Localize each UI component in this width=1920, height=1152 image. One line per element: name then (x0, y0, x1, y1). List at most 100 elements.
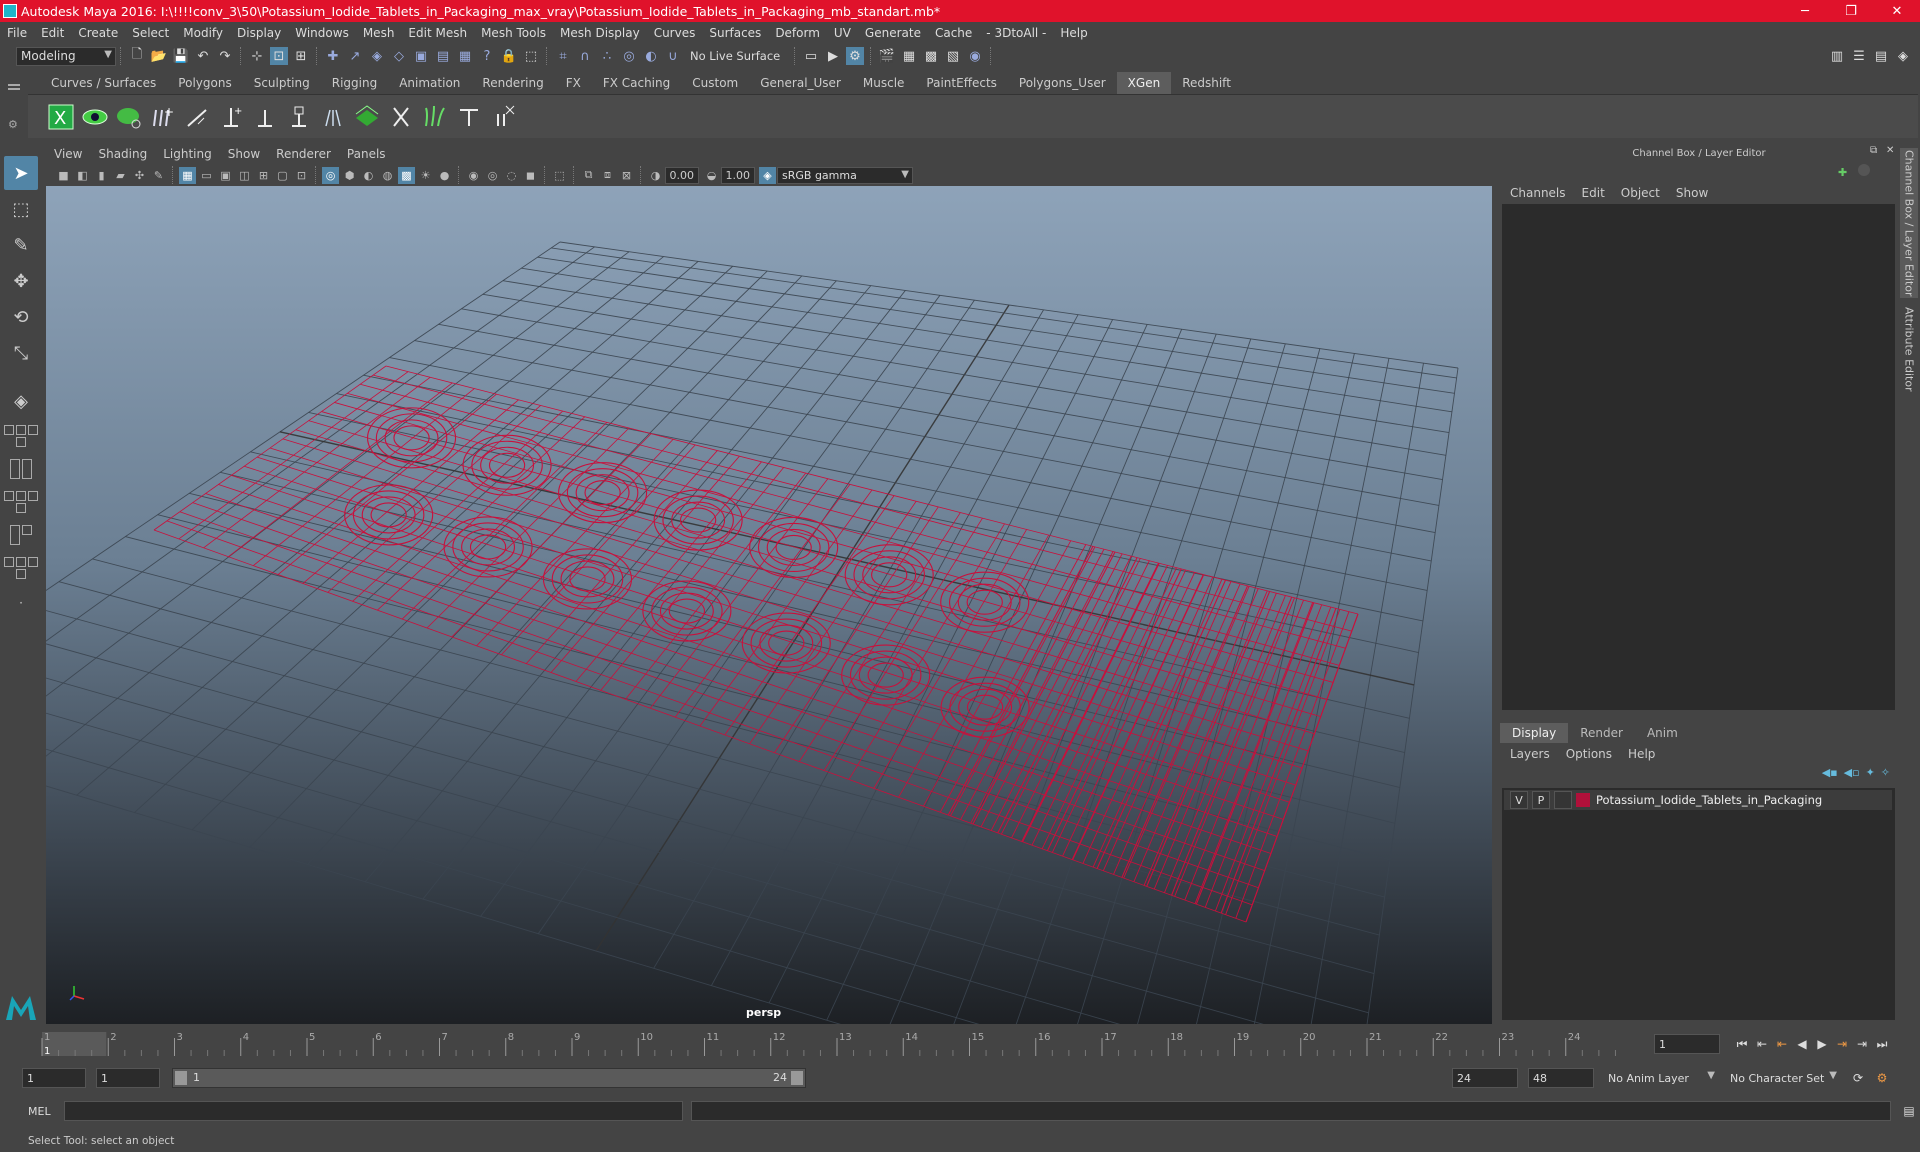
script-editor-icon[interactable]: ▤ (1899, 1101, 1919, 1121)
perspective-viewport[interactable] (46, 186, 1492, 1024)
xray-active-components-icon[interactable]: ⧈ (599, 167, 616, 184)
construction-history-icon[interactable]: ▶ (824, 47, 842, 65)
field-chart-icon[interactable]: ⊞ (255, 167, 272, 184)
minimize-button[interactable]: ─ (1782, 0, 1828, 22)
viewport-menu-shading[interactable]: Shading (90, 147, 155, 161)
xgen-grass-icon[interactable] (420, 102, 450, 132)
layer-color-swatch[interactable] (1576, 793, 1590, 807)
render-mask-icon[interactable]: ▤ (434, 47, 452, 65)
menu-deform[interactable]: Deform (768, 26, 827, 40)
film-gate-icon[interactable]: ▭ (198, 167, 215, 184)
snap-point-icon[interactable]: ∴ (598, 47, 616, 65)
image-plane-icon[interactable]: ▰ (112, 167, 129, 184)
channel-box-toggle-icon[interactable]: ☰ (1850, 47, 1868, 65)
hypershade-icon[interactable]: ◉ (966, 47, 984, 65)
playback-start-field[interactable]: 1 (96, 1068, 160, 1088)
depth-of-field-icon[interactable]: ◌ (503, 167, 520, 184)
resolution-gate-icon[interactable]: ▣ (217, 167, 234, 184)
gamma-icon[interactable]: ◒ (703, 167, 720, 184)
animation-preferences-icon[interactable]: ⚙ (1872, 1068, 1892, 1088)
four-view-layout-icon[interactable] (4, 421, 38, 451)
channel-box-menu-channels[interactable]: Channels (1502, 186, 1574, 200)
ipr-render-icon[interactable]: ▦ (900, 47, 918, 65)
shelf-tab-muscle[interactable]: Muscle (852, 72, 916, 94)
play-forwards-icon[interactable]: ▶ (1812, 1034, 1832, 1054)
menu-cache[interactable]: Cache (928, 26, 979, 40)
menu-3dtoall[interactable]: - 3DtoAll - (979, 26, 1053, 40)
menu-file[interactable]: File (0, 26, 34, 40)
go-to-start-icon[interactable]: ⏮ (1732, 1034, 1752, 1054)
menu-edit-mesh[interactable]: Edit Mesh (401, 26, 474, 40)
shelf-tab-animation[interactable]: Animation (388, 72, 471, 94)
isolate-select-icon[interactable]: ◼ (522, 167, 539, 184)
wireframe-icon[interactable]: ◎ (322, 166, 339, 184)
xgen-cut-guide-icon[interactable] (386, 102, 416, 132)
hypershade-layout-icon[interactable] (4, 553, 38, 583)
channel-box-menu-object[interactable]: Object (1613, 186, 1668, 200)
menu-help[interactable]: Help (1053, 26, 1094, 40)
selection-lock-icon[interactable]: ⬚ (522, 47, 540, 65)
xgen-bake-icon[interactable] (454, 102, 484, 132)
persp-outliner-layout-icon[interactable] (4, 487, 38, 517)
input-output-icon[interactable]: ▭ (802, 47, 820, 65)
xgen-guide-lock-icon[interactable] (284, 102, 314, 132)
multisample-aa-icon[interactable]: ◎ (484, 167, 501, 184)
persp-graph-layout-icon[interactable] (4, 520, 38, 550)
camera-icon[interactable]: ■ (55, 167, 72, 184)
end-time-field[interactable]: 48 (1528, 1068, 1594, 1088)
xray-icon[interactable]: ⬚ (551, 167, 568, 184)
snap-curve-icon[interactable]: ∩ (576, 47, 594, 65)
new-layer-selected-icon[interactable]: ✧ (1881, 766, 1890, 784)
bookmark-icon[interactable]: ▮ (93, 167, 110, 184)
surface-mask-icon[interactable]: ◈ (368, 47, 386, 65)
layer-tab-anim[interactable]: Anim (1635, 723, 1690, 743)
xgen-guide-normals-icon[interactable] (318, 102, 348, 132)
shelf-menu-icon[interactable] (8, 84, 20, 90)
menu-modify[interactable]: Modify (176, 26, 230, 40)
select-object-icon[interactable]: ⊡ (270, 47, 288, 65)
attribute-editor-toggle-icon[interactable]: ▤ (1872, 47, 1890, 65)
gate-mask-icon[interactable]: ◫ (236, 167, 253, 184)
menu-display[interactable]: Display (230, 26, 288, 40)
layer-menu-options[interactable]: Options (1558, 747, 1620, 761)
xgen-preview-eye-icon[interactable] (80, 102, 110, 132)
exposure-field[interactable]: 0.00 (665, 166, 699, 184)
new-scene-icon[interactable]: 🗋 (128, 47, 146, 65)
menu-edit[interactable]: Edit (34, 26, 71, 40)
character-set-dropdown[interactable]: No Character Set ▼ (1726, 1068, 1840, 1088)
shelf-tab-rendering[interactable]: Rendering (471, 72, 554, 94)
start-time-field[interactable]: 1 (22, 1068, 86, 1088)
menu-mesh-tools[interactable]: Mesh Tools (474, 26, 553, 40)
new-layer-icon[interactable]: ✦ (1866, 766, 1875, 784)
side-tab-channel-box[interactable]: Channel Box / Layer Editor (1900, 148, 1918, 298)
xgen-editor-icon[interactable]: X (46, 102, 76, 132)
xgen-sculpt-guide-icon[interactable] (182, 102, 212, 132)
step-back-key-icon[interactable]: ⇤ (1752, 1034, 1772, 1054)
xgen-delete-icon[interactable] (488, 102, 518, 132)
camera-attributes-icon[interactable]: ◧ (74, 167, 91, 184)
shelf-tab-xgen[interactable]: XGen (1116, 72, 1172, 94)
step-back-frame-icon[interactable]: ⇤ (1772, 1034, 1792, 1054)
command-language-label[interactable]: MEL (28, 1105, 62, 1118)
grease-pencil-icon[interactable]: ✎ (150, 167, 167, 184)
move-layer-down-icon[interactable]: ◀▫ (1844, 766, 1860, 784)
dynamics-mask-icon[interactable]: ▣ (412, 47, 430, 65)
layer-tab-render[interactable]: Render (1568, 723, 1635, 743)
range-end-handle[interactable] (791, 1071, 803, 1085)
wireframe-on-shaded-icon[interactable]: ◐ (360, 167, 377, 184)
shadows-icon[interactable]: ☀ (417, 167, 434, 184)
layer-tab-display[interactable]: Display (1500, 723, 1569, 743)
menu-surfaces[interactable]: Surfaces (702, 26, 768, 40)
shelf-tab-custom[interactable]: Custom (681, 72, 749, 94)
shelf-tab-curves-surfaces[interactable]: Curves / Surfaces (40, 72, 167, 94)
textured-icon[interactable]: ◍ (379, 167, 396, 184)
shelf-tab-fx[interactable]: FX (555, 72, 592, 94)
open-scene-icon[interactable]: 📂 (150, 47, 168, 65)
ipr-icon[interactable]: ▩ (922, 47, 940, 65)
channel-box-menu-edit[interactable]: Edit (1574, 186, 1613, 200)
select-tool-icon[interactable]: ➤ (4, 156, 38, 190)
rotate-tool-icon[interactable]: ⟲ (4, 300, 38, 334)
2d-pan-zoom-icon[interactable]: ✣ (131, 167, 148, 184)
pick-mask-icon[interactable]: ✚ (324, 47, 342, 65)
lasso-tool-icon[interactable]: ⬚ (4, 192, 38, 226)
